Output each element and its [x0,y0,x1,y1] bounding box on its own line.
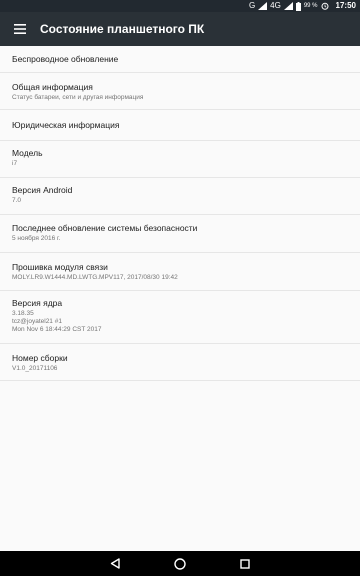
clock: 17:50 [335,1,356,10]
alarm-icon [321,2,329,10]
list-item-title: Номер сборки [12,353,68,363]
list-item-subtitle: MOLY.LR9.W1444.MD.LWTG.MPV117, 2017/08/3… [12,274,178,281]
list-item-subtitle: V1.0_20171106 [12,365,58,372]
home-circle-icon[interactable] [160,551,200,576]
network-type-label: G [248,1,256,10]
signal-icon [258,2,268,10]
recents-square-icon[interactable] [225,551,265,576]
navigation-bar [0,551,360,576]
list-item-title: Общая информация [12,82,93,92]
page-title: Состояние планшетного ПК [40,22,205,36]
list-item-title: Последнее обновление системы безопасност… [12,223,198,233]
list-item-subtitle: 5 ноября 2016 г. [12,235,61,242]
list-item-subtitle-line: tcz@joyatel21 #1 [12,318,62,325]
list-item-security-patch[interactable]: Последнее обновление системы безопасност… [0,215,360,253]
list-item-subtitle: i7 [12,160,18,167]
list-item-subtitle-line: 3.18.35 [12,310,34,317]
status-icons: G 4G 99 % 17:50 [249,0,356,12]
battery-percent: 99 % [303,3,318,9]
list-item-build-number[interactable]: Номер сборки V1.0_20171106 [0,344,360,381]
list-item-subtitle: Статус батареи, сети и другая информация [12,94,144,101]
back-triangle-icon[interactable] [95,551,135,576]
network-4g-label: 4G [270,1,281,10]
list-item-kernel-version[interactable]: Версия ядра 3.18.35 tcz@joyatel21 #1 Mon… [0,291,360,344]
signal-icon-2 [283,2,293,10]
list-item-legal-info[interactable]: Юридическая информация [0,110,360,141]
list-item-title: Прошивка модуля связи [12,262,108,272]
app-bar: Состояние планшетного ПК [0,12,360,46]
list-item-general-info[interactable]: Общая информация Статус батареи, сети и … [0,73,360,110]
hamburger-menu-icon[interactable] [0,12,40,46]
list-item-subtitle-line: Mon Nov 6 18:44:29 CST 2017 [12,326,102,333]
list-item-title: Юридическая информация [12,120,120,130]
list-item-subtitle: 7.0 [12,197,22,204]
list-item-title: Беспроводное обновление [12,54,119,64]
list-item-baseband[interactable]: Прошивка модуля связи MOLY.LR9.W1444.MD.… [0,253,360,291]
list-item-wireless-update[interactable]: Беспроводное обновление [0,46,360,73]
list-item-android-version[interactable]: Версия Android 7.0 [0,178,360,215]
list-item-title: Модель [12,148,43,158]
list-item-title: Версия ядра [12,298,63,308]
battery-icon [295,1,301,11]
list-item-title: Версия Android [12,185,73,195]
list-item-model[interactable]: Модель i7 [0,141,360,178]
status-bar: G 4G 99 % 17:50 [0,0,360,12]
